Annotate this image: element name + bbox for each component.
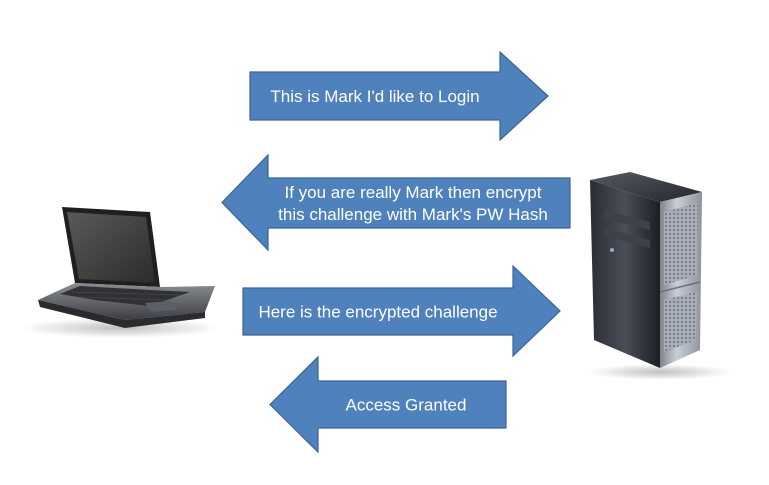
arrow-group: This is Mark I'd like to Login If you are… (221, 50, 571, 454)
arrow-encrypted-response: Here is the encrypted challenge (242, 264, 561, 358)
arrow-login-request: This is Mark I'd like to Login (249, 50, 549, 142)
arrow-shape (221, 153, 571, 252)
arrow-label: This is Mark I'd like to Login (270, 87, 479, 106)
server-tower-icon (588, 172, 732, 380)
arrow-access-granted: Access Granted (269, 355, 507, 454)
arrow-label: If you are really Mark then encrypt (284, 183, 541, 202)
laptop-icon (20, 207, 220, 338)
arrow-label: this challenge with Mark's PW Hash (278, 205, 548, 224)
arrow-challenge: If you are really Mark then encrypt this … (221, 153, 571, 252)
arrow-label: Here is the encrypted challenge (258, 303, 497, 322)
authentication-diagram: This is Mark I'd like to Login If you are… (20, 50, 732, 454)
arrow-label: Access Granted (346, 396, 467, 415)
